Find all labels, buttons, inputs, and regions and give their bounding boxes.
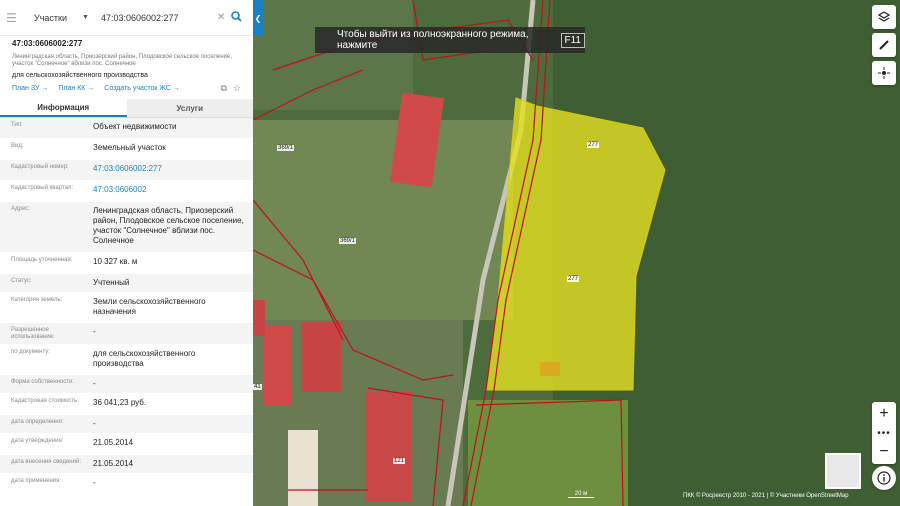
tab-info[interactable]: Информация [0, 99, 127, 117]
parcel-address: Ленинградская область, Приозерский район… [12, 54, 232, 67]
info-row-key: дата определения: [11, 419, 64, 425]
fullscreen-hint-text: Чтобы выйти из полноэкранного режима, на… [337, 29, 529, 51]
info-row: дата утверждения: 21.05.2014 [0, 434, 253, 455]
layer-select[interactable]: Участки [34, 13, 82, 23]
info-row: дата внесения сведений: 21.05.2014 [0, 455, 253, 474]
info-row-value: Ленинградская область, Приозерский район… [93, 206, 244, 245]
info-row: Кадастровая стоимость: 36 041,23 руб. [0, 394, 253, 415]
attribution: ПКК © Росреестр 2010 - 2021 | © Участник… [683, 493, 849, 499]
info-row-value: 10 327 кв. м [93, 257, 138, 266]
info-row: Категория земель: Земли сельскохозяйствен… [0, 293, 253, 323]
info-row-key: дата утверждения: [11, 438, 64, 444]
info-row-value: - [93, 419, 96, 428]
info-row-key: по документу: [11, 349, 50, 355]
info-row-key: Категория земель: [11, 297, 63, 303]
info-row: дата применения: - [0, 474, 253, 493]
info-row: Адрес: Ленинградская область, Приозерский… [0, 202, 253, 253]
info-row-value: 36 041,23 руб. [93, 398, 147, 407]
info-row-key: Адрес: [11, 206, 30, 212]
tab-bar: Информация Услуги [0, 99, 253, 118]
info-row: Статус: Учтенный [0, 274, 253, 293]
info-row: Кадастровый квартал: 47:03:0606002 [0, 181, 253, 202]
collapse-panel-button[interactable]: ❮ [253, 0, 263, 36]
zoom-level-indicator[interactable]: ••• [872, 426, 896, 440]
info-row: Площадь уточненная: 10 327 кв. м [0, 253, 253, 274]
info-row-key: Кадастровый квартал: [11, 185, 74, 191]
info-row-value: 21.05.2014 [93, 459, 134, 468]
map-imagery [253, 0, 900, 506]
info-row-key: дата внесения сведений: [11, 459, 81, 465]
create-zs-link[interactable]: Создать участок ЖС → [104, 85, 180, 92]
parcel-purpose: для сельскохозяйственного производства [12, 72, 148, 79]
zoom-out-button[interactable]: − [872, 440, 896, 464]
info-row-value: Земельный участок [93, 143, 166, 152]
search-input[interactable]: 47:03:0606002:277 [101, 13, 211, 23]
close-icon[interactable]: ✕ [217, 12, 225, 23]
info-row-key: Тип: [11, 122, 23, 128]
info-row: дата определения: - [0, 415, 253, 434]
layers-icon [878, 11, 890, 22]
info-panel: ☰ Участки ▼ 47:03:0606002:277 ✕ 47:03:06… [0, 0, 253, 506]
parcel-number: 47:03:0606002:277 [12, 39, 83, 48]
parcel-label: 277 [587, 142, 600, 148]
parcel-links: План ЗУ → План КК → Создать участок ЖС →… [12, 83, 241, 94]
search-icon[interactable] [231, 10, 242, 25]
info-table: Тип: Объект недвижимости Вид: Земельный уча… [0, 118, 253, 493]
info-row-key: Площадь уточненная: [11, 257, 73, 263]
layers-button[interactable] [872, 5, 896, 29]
info-row: Форма собственности: - [0, 375, 253, 394]
parcel-header: 47:03:0606002:277 Ленинградская область,… [0, 36, 253, 94]
measure-button[interactable] [872, 33, 896, 57]
info-row: Кадастровый номер: 47:03:0606002:277 [0, 160, 253, 181]
chevron-left-icon: ❮ [254, 13, 262, 23]
info-row: Разрешенное использование: - [0, 323, 253, 345]
plan-zu-link[interactable]: План ЗУ → [12, 85, 48, 92]
zoom-controls: + ••• − [872, 402, 896, 464]
menu-icon[interactable]: ☰ [6, 11, 20, 25]
info-row-value: 21.05.2014 [93, 438, 134, 447]
crosshair-icon [878, 67, 890, 79]
info-button[interactable] [872, 466, 896, 490]
info-row-value: - [93, 379, 96, 388]
info-row-key: дата применения: [11, 478, 62, 484]
scale-bar: 20 м [568, 491, 594, 498]
info-row-key: Вид: [11, 143, 24, 149]
info-row: Тип: Объект недвижимости [0, 118, 253, 139]
locate-button[interactable] [872, 61, 896, 85]
parcel-label: 121 [393, 458, 406, 464]
chevron-down-icon[interactable]: ▼ [82, 14, 89, 21]
plan-kk-link[interactable]: План КК → [58, 85, 94, 92]
info-row-key: Статус: [11, 278, 32, 284]
info-row-key: Кадастровый номер: [11, 164, 69, 170]
map-canvas[interactable]: 369/1 369/1 277 277 121 41 [253, 0, 900, 506]
info-row-value: - [93, 478, 96, 487]
search-bar: ☰ Участки ▼ 47:03:0606002:277 ✕ [0, 0, 253, 36]
info-row-value: для сельскохозяйственного производства [93, 349, 196, 368]
zoom-in-button[interactable]: + [872, 402, 896, 426]
fullscreen-hint: Чтобы выйти из полноэкранного режима, на… [315, 27, 585, 53]
star-icon[interactable]: ☆ [233, 83, 241, 94]
fullscreen-key: F11 [560, 32, 585, 48]
info-row-key: Форма собственности: [11, 379, 75, 385]
ruler-icon [879, 40, 889, 50]
info-row-key: Разрешенное использование: [11, 327, 55, 340]
info-row-value: Земли сельскохозяйственного назначения [93, 297, 206, 316]
info-row: Вид: Земельный участок [0, 139, 253, 160]
copy-link-icon[interactable]: ⧉ [220, 83, 226, 94]
parcel-label: 369/1 [339, 238, 357, 244]
info-icon [877, 471, 891, 485]
info-row-key: Кадастровая стоимость: [11, 398, 79, 404]
info-row-value[interactable]: 47:03:0606002 [81, 181, 253, 201]
parcel-label: 41 [253, 384, 262, 390]
info-row-value[interactable]: 47:03:0606002:277 [81, 160, 253, 180]
minimap[interactable] [825, 453, 861, 489]
tab-services[interactable]: Услуги [126, 99, 253, 117]
parcel-label: 369/1 [277, 145, 295, 151]
info-row: по документу: для сельскохозяйственного п… [0, 345, 253, 375]
info-row-value: - [93, 327, 96, 336]
info-row-value: Объект недвижимости [93, 122, 177, 131]
info-row-value: Учтенный [93, 278, 130, 287]
parcel-label: 277 [567, 276, 580, 282]
